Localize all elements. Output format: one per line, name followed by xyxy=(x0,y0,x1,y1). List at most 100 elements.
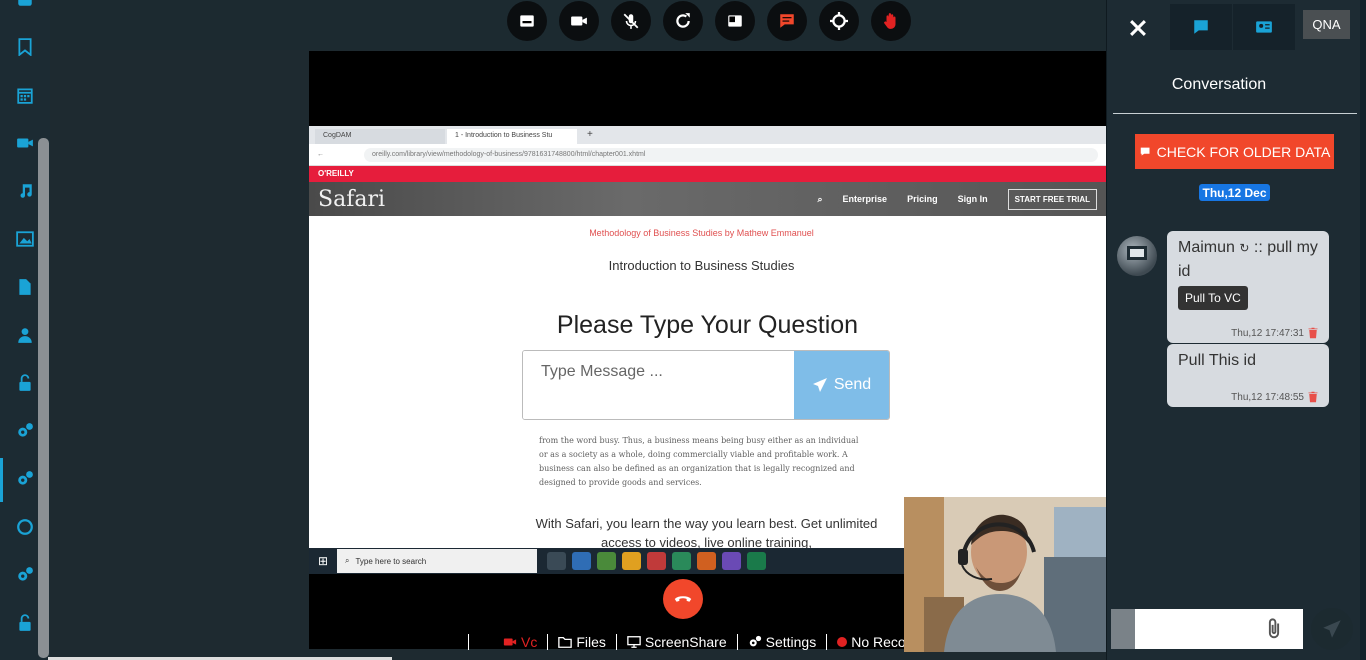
gears-icon[interactable] xyxy=(14,564,36,586)
sidebar-scrollbar[interactable] xyxy=(38,138,49,658)
question-input[interactable] xyxy=(523,351,794,419)
message-time: Thu,12 17:47:31 xyxy=(1231,327,1319,339)
trash-icon[interactable] xyxy=(1307,327,1319,339)
paper-plane-icon xyxy=(1323,620,1341,638)
self-video[interactable] xyxy=(904,497,1106,652)
close-icon xyxy=(1130,20,1146,36)
app-icon[interactable] xyxy=(547,552,566,570)
settings-button[interactable]: Settings xyxy=(736,634,827,650)
raise-hand-button[interactable] xyxy=(871,1,911,41)
question-form: Send xyxy=(522,350,890,420)
book-title[interactable]: Methodology of Business Studies by Mathe… xyxy=(309,228,1094,238)
tab-qna[interactable]: QNA xyxy=(1303,10,1350,39)
target-button[interactable] xyxy=(819,1,859,41)
bookmark-icon[interactable] xyxy=(14,36,36,58)
site-nav-links: ⌕ Enterprise Pricing Sign In START FREE … xyxy=(818,188,1097,210)
unlock-icon[interactable] xyxy=(14,372,36,394)
contact-card-icon xyxy=(1256,21,1272,33)
address-bar: ← oreilly.com/library/view/methodology-o… xyxy=(309,144,1106,166)
send-message-button[interactable] xyxy=(1311,608,1353,650)
mic-muted-icon xyxy=(623,13,639,29)
layout-button[interactable] xyxy=(715,1,755,41)
screenshare-button[interactable]: ScreenShare xyxy=(615,634,737,650)
close-panel-button[interactable] xyxy=(1127,17,1149,39)
tab-chat[interactable] xyxy=(1170,4,1232,50)
app-icon[interactable] xyxy=(572,552,591,570)
video-toggle-button[interactable] xyxy=(559,1,599,41)
user-icon[interactable] xyxy=(14,324,36,346)
search-icon: ⌕ xyxy=(345,556,350,565)
mic-toggle-button[interactable] xyxy=(611,1,651,41)
message-body: Pull This id xyxy=(1178,352,1256,369)
search-icon[interactable]: ⌕ xyxy=(818,194,823,205)
app-icon[interactable] xyxy=(747,552,766,570)
browser-tab[interactable]: CogDAM xyxy=(315,129,445,144)
active-indicator xyxy=(0,458,3,502)
files-button[interactable]: Files xyxy=(547,634,616,650)
recording-button[interactable]: No Reco xyxy=(826,634,915,650)
file-icon[interactable] xyxy=(14,276,36,298)
send-label: Send xyxy=(833,376,872,393)
timestamp: Thu,12 17:47:31 xyxy=(1231,327,1304,339)
start-free-trial-button[interactable]: START FREE TRIAL xyxy=(1007,188,1097,210)
panel-scrollbar[interactable] xyxy=(1360,0,1366,660)
comments-icon xyxy=(1140,147,1150,155)
caption-icon xyxy=(520,15,534,27)
app-icon[interactable] xyxy=(647,552,666,570)
section-title: Introduction to Business Studies xyxy=(608,258,795,273)
circle-icon[interactable] xyxy=(14,516,36,538)
browser-tab-active[interactable]: 1 - Introduction to Business Stu xyxy=(447,129,577,144)
nav-pricing[interactable]: Pricing xyxy=(907,194,938,204)
music-icon[interactable] xyxy=(14,180,36,202)
caption-button[interactable] xyxy=(507,1,547,41)
chat-icon xyxy=(780,14,794,28)
tab-contacts[interactable] xyxy=(1233,4,1295,50)
left-sidebar xyxy=(0,0,50,660)
calendar-icon[interactable] xyxy=(14,84,36,106)
message-input[interactable] xyxy=(1135,609,1255,647)
refresh-button[interactable] xyxy=(663,1,703,41)
settings-label: Settings xyxy=(765,634,817,650)
chat-message: Pull This id Thu,12 17:48:55 xyxy=(1167,344,1329,407)
send-question-button[interactable]: Send xyxy=(794,351,889,419)
avatar xyxy=(1117,236,1157,276)
trash-icon[interactable] xyxy=(1307,391,1319,403)
vc-button[interactable]: Vc xyxy=(468,634,547,650)
check-older-data-button[interactable]: CHECK FOR OLDER DATA xyxy=(1135,134,1334,169)
pull-to-vc-button[interactable]: Pull To VC xyxy=(1178,286,1248,310)
app-icon[interactable] xyxy=(597,552,616,570)
avatar-image xyxy=(1127,246,1147,260)
back-icon[interactable]: ← xyxy=(317,151,324,158)
vc-label: Vc xyxy=(521,634,538,650)
home-icon[interactable] xyxy=(14,0,36,10)
gears-icon-active[interactable] xyxy=(14,468,36,490)
chat-message: Maimun ↻ :: pull my id Pull To VC Thu,12… xyxy=(1167,231,1329,343)
unlock-icon[interactable] xyxy=(14,612,36,634)
taskbar-search-label: Type here to search xyxy=(355,556,427,566)
older-button-label: CHECK FOR OLDER DATA xyxy=(1156,143,1331,160)
folder-icon xyxy=(558,636,573,648)
nav-sign-in[interactable]: Sign In xyxy=(958,194,988,204)
paperclip-icon[interactable] xyxy=(1263,618,1285,640)
app-icon[interactable] xyxy=(697,552,716,570)
image-icon[interactable] xyxy=(14,228,36,250)
new-tab-icon[interactable]: + xyxy=(579,129,601,144)
video-icon[interactable] xyxy=(14,132,36,154)
nav-enterprise[interactable]: Enterprise xyxy=(843,194,888,204)
windows-start-icon[interactable]: ⊞ xyxy=(309,548,337,574)
call-toolbar xyxy=(507,1,911,41)
tab-label: CogDAM xyxy=(323,132,352,139)
app-icon[interactable] xyxy=(672,552,691,570)
taskbar-search[interactable]: ⌕ Type here to search xyxy=(337,549,537,573)
tab-label: 1 - Introduction to Business Stu xyxy=(455,132,553,139)
chat-button[interactable] xyxy=(767,1,807,41)
site-navbar: Safari ⌕ Enterprise Pricing Sign In STAR… xyxy=(309,182,1106,216)
taskbar-apps xyxy=(547,552,766,570)
phone-hangup-icon xyxy=(674,596,692,602)
gears-icon[interactable] xyxy=(14,420,36,442)
app-icon[interactable] xyxy=(722,552,741,570)
promo-text: With Safari, you learn the way you learn… xyxy=(535,516,878,550)
end-call-button[interactable] xyxy=(663,579,703,619)
url-field[interactable]: oreilly.com/library/view/methodology-of-… xyxy=(364,147,1098,162)
app-icon[interactable] xyxy=(622,552,641,570)
